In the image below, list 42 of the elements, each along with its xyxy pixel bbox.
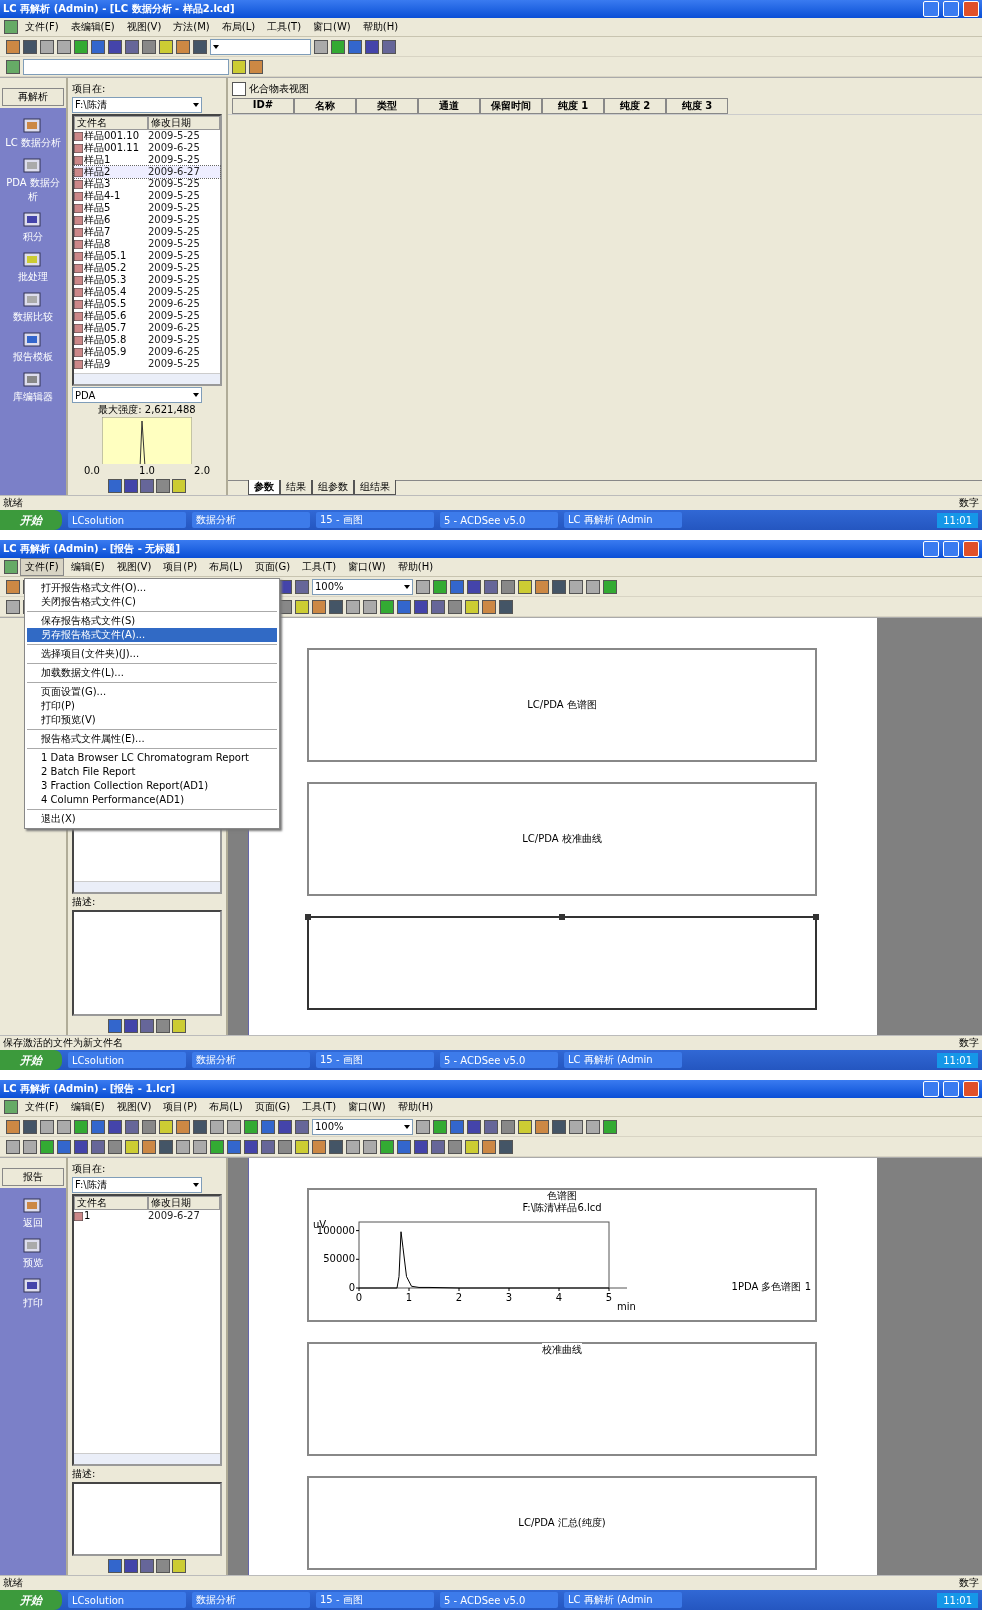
report-item-title: 校准曲线 xyxy=(542,1343,582,1357)
x-tick-label: 2 xyxy=(455,1292,463,1303)
status-indicator: 数字 xyxy=(959,496,979,510)
x-tick-label: 0 xyxy=(355,1292,363,1303)
chart-title: 色谱图 xyxy=(547,1190,577,1202)
description-label: 描述: xyxy=(72,1467,97,1481)
status-indicator: 数字 xyxy=(959,1036,979,1050)
clock: 11:01 xyxy=(937,1052,978,1068)
chart-subtitle: F:\陈清\样品6.lcd xyxy=(522,1202,602,1214)
x-tick-label: 4 xyxy=(555,1292,563,1303)
x-tick: 4 xyxy=(555,1287,563,1303)
report-item-label: LC/PDA 汇总(纯度) xyxy=(518,1516,606,1530)
status-text: 就绪 xyxy=(3,496,23,510)
report-item-label: LC/PDA 校准曲线 xyxy=(522,832,602,846)
clock: 11:01 xyxy=(937,1592,978,1608)
x-tick-label: 5 xyxy=(605,1292,613,1303)
x-tick: 2 xyxy=(455,1287,463,1303)
status-text: 保存激活的文件为新文件名 xyxy=(3,1036,123,1050)
x-tick: 5 xyxy=(605,1287,613,1303)
window-title: LC 再解析 (Admin) - [LC 数据分析 - 样品2.lcd] xyxy=(3,2,236,16)
x-tick-label: 1 xyxy=(405,1292,413,1303)
status-indicator: 数字 xyxy=(959,1576,979,1590)
status-text: 就绪 xyxy=(3,1576,23,1590)
x-tick: 1 xyxy=(405,1287,413,1303)
y-tick-label: 0 xyxy=(348,1282,355,1293)
chart-legend: 1PDA 多色谱图 1 xyxy=(731,1280,811,1294)
axis-tick-label: 1.0 xyxy=(139,465,155,476)
panel-title: 化合物表视图 xyxy=(249,82,309,96)
y-tick: 50000 xyxy=(323,1253,360,1265)
project-label: 项目在: xyxy=(72,1162,107,1176)
x-tick-label: 3 xyxy=(505,1292,513,1303)
axis-label: min xyxy=(617,1301,636,1312)
window-title: LC 再解析 (Admin) - [报告 - 1.lcr] xyxy=(3,1082,177,1096)
x-tick: 3 xyxy=(505,1287,513,1303)
axis-tick-label: 2.0 xyxy=(194,465,210,476)
axis-tick-label: 0.0 xyxy=(84,465,100,476)
description-label: 描述: xyxy=(72,895,97,909)
report-item-label: LC/PDA 色谱图 xyxy=(527,698,597,712)
clock: 11:01 xyxy=(937,512,978,528)
window-title: LC 再解析 (Admin) - [报告 - 无标题] xyxy=(3,542,182,556)
project-label: 项目在: xyxy=(72,82,107,96)
preview-title: 最大强度: 2,621,488 xyxy=(97,404,197,416)
